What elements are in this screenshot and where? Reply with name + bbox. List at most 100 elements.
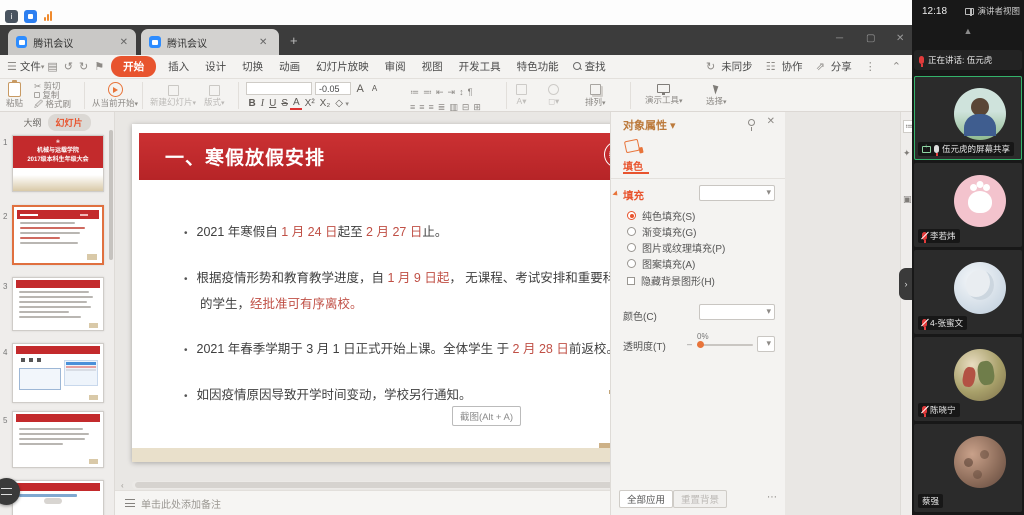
browser-tab-1[interactable]: 腾讯会议 ✕ xyxy=(8,29,136,55)
layout-button[interactable]: 版式▾ xyxy=(204,85,225,108)
paste-button[interactable]: 粘贴 xyxy=(6,82,23,109)
more-vertical-icon[interactable]: ⋮ xyxy=(862,60,879,73)
option-gradient-fill[interactable]: 渐变填充(G) xyxy=(627,224,696,239)
apply-all-button[interactable]: 全部应用 xyxy=(619,490,673,508)
active-mic-icon xyxy=(919,56,924,64)
media-strip-icon[interactable]: ▣ xyxy=(903,194,912,205)
collab-button[interactable]: ☷协作 xyxy=(763,59,803,74)
fill-section-label[interactable]: 填充 xyxy=(623,188,644,203)
file-menu[interactable]: 文件 xyxy=(20,59,41,74)
columns-icon: ▥ xyxy=(447,102,460,112)
redo-icon[interactable]: ↻ xyxy=(76,60,91,73)
avatar xyxy=(954,262,1006,314)
ribbon-tab-row: ☰ 文件 ▾ ▤ ↺ ↻ ⚑ 开始 插入 设计 切换 动画 幻灯片放映 审阅 视… xyxy=(0,55,912,79)
slide-thumbnail-1[interactable]: ❀ 机械与运载学院 2017级本科生年级大会 xyxy=(12,135,104,192)
collapse-ribbon-icon[interactable]: ⌃ xyxy=(889,60,904,73)
highlight-button[interactable]: ◇ xyxy=(333,98,346,109)
network-signal-icon[interactable] xyxy=(44,8,53,26)
increase-font-icon[interactable]: A xyxy=(354,83,366,95)
format-painter-button[interactable]: 🖉 格式刷 xyxy=(34,100,71,109)
tab-transition[interactable]: 切换 xyxy=(234,57,271,76)
slides-tab[interactable]: 幻灯片 xyxy=(48,114,91,131)
maximize-button[interactable]: ▢ xyxy=(866,33,875,44)
video-tile-screen-share[interactable]: 伍元虎的屏幕共享 xyxy=(914,76,1022,160)
notes-drag-handle[interactable] xyxy=(44,498,62,504)
tab-insert[interactable]: 插入 xyxy=(160,57,197,76)
strikethrough-button[interactable]: S xyxy=(279,98,291,109)
tab-special[interactable]: 特色功能 xyxy=(509,57,567,76)
underline-button[interactable]: U xyxy=(267,98,279,109)
new-tab-button[interactable]: + xyxy=(290,33,298,48)
decrease-font-icon[interactable]: A xyxy=(369,84,379,93)
browser-tab-2[interactable]: 腾讯会议 ✕ xyxy=(141,29,279,55)
close-tab-icon[interactable]: ✕ xyxy=(259,37,267,48)
info-icon[interactable]: i xyxy=(5,6,18,24)
thumbnails-scrollbar[interactable] xyxy=(109,130,113,260)
tab-animation[interactable]: 动画 xyxy=(271,57,308,76)
view-mode-toggle[interactable]: 演讲者视图 xyxy=(965,5,1020,17)
option-hide-background[interactable]: 隐藏背景图形(H) xyxy=(627,273,715,288)
slide-number: 1 xyxy=(3,138,7,147)
fill-tab[interactable]: 填色 xyxy=(623,158,643,173)
transparency-spinner[interactable] xyxy=(757,336,775,352)
bold-button[interactable]: B xyxy=(246,98,258,109)
slide-thumbnail-3[interactable] xyxy=(12,277,104,331)
align-right-icon: ≡ xyxy=(427,102,436,112)
close-panel-icon[interactable]: ✕ xyxy=(767,116,775,127)
shapes-button[interactable]: ◻▾ xyxy=(548,84,559,107)
option-solid-fill[interactable]: 纯色填充(S) xyxy=(627,208,695,223)
text-tool-button[interactable]: A▾ xyxy=(516,84,527,107)
sync-status[interactable]: ↻未同步 xyxy=(703,59,753,74)
tab-design[interactable]: 设计 xyxy=(197,57,234,76)
reset-background-button[interactable]: 重置背景 xyxy=(673,490,727,508)
menu-icon[interactable]: ☰ xyxy=(4,60,20,73)
slide-thumbnail-4[interactable] xyxy=(12,343,104,403)
tab-devtools[interactable]: 开发工具 xyxy=(451,57,509,76)
transparency-slider[interactable] xyxy=(697,344,753,346)
search-box[interactable]: 查找 xyxy=(573,59,606,74)
video-tile[interactable]: 4-张蜜文 xyxy=(914,250,1022,334)
superscript-button[interactable]: X² xyxy=(302,98,317,109)
italic-button[interactable]: I xyxy=(258,98,266,109)
video-tile[interactable]: 蔡强 xyxy=(914,424,1022,512)
outline-tab[interactable]: 大纲 xyxy=(23,116,41,129)
tab-slideshow[interactable]: 幻灯片放映 xyxy=(308,57,377,76)
shrink-icon: ⊟ xyxy=(460,102,472,112)
option-picture-fill[interactable]: 图片或纹理填充(P) xyxy=(627,240,725,255)
flag-icon[interactable]: ⚑ xyxy=(91,60,107,73)
slide-thumbnail-2-selected[interactable] xyxy=(12,205,104,265)
tab-view[interactable]: 视图 xyxy=(414,57,451,76)
collapse-sidebar-handle[interactable]: › xyxy=(899,268,913,300)
effects-strip-icon[interactable]: ✦ xyxy=(903,148,911,159)
font-color-button[interactable]: A xyxy=(290,97,302,110)
more-horizontal-icon[interactable]: ⋯ xyxy=(767,492,777,503)
notes-icon xyxy=(125,499,135,507)
pin-icon[interactable] xyxy=(748,119,755,126)
undo-icon[interactable]: ↺ xyxy=(61,60,76,73)
tab-home[interactable]: 开始 xyxy=(111,56,156,77)
fill-preset-dropdown[interactable] xyxy=(699,185,775,201)
new-slide-button[interactable]: 新建幻灯片▾ xyxy=(150,85,196,108)
char-spacing-input[interactable]: -0.05 xyxy=(315,82,351,95)
share-button[interactable]: ⇗分享 xyxy=(813,59,852,74)
option-pattern-fill[interactable]: 图案填充(A) xyxy=(627,256,695,271)
font-name-input[interactable] xyxy=(246,82,312,95)
close-tab-icon[interactable]: ✕ xyxy=(120,37,128,48)
subscript-button[interactable]: X₂ xyxy=(317,98,333,109)
slide-thumbnail-5[interactable] xyxy=(12,411,104,468)
minimize-button[interactable]: ─ xyxy=(836,33,843,44)
present-tools-button[interactable]: 演示工具▾ xyxy=(645,84,683,106)
collapse-videos-icon[interactable]: ▲ xyxy=(964,26,973,36)
color-dropdown[interactable] xyxy=(699,304,775,320)
minus-icon[interactable]: – xyxy=(687,339,692,349)
save-icon[interactable]: ▤ xyxy=(44,60,60,73)
shield-icon[interactable] xyxy=(24,6,37,24)
arrange-button[interactable]: 排列▾ xyxy=(585,84,606,108)
tab-review[interactable]: 审阅 xyxy=(377,57,414,76)
video-tile[interactable]: 陈晓宁 xyxy=(914,337,1022,421)
select-button[interactable]: 选择▾ xyxy=(706,84,727,107)
video-tile[interactable]: 李若炜 xyxy=(914,163,1022,247)
play-from-current-button[interactable]: 从当前开始▾ xyxy=(92,82,138,109)
close-window-button[interactable]: ✕ xyxy=(896,33,904,44)
scroll-left-icon[interactable]: ‹ xyxy=(121,481,124,490)
